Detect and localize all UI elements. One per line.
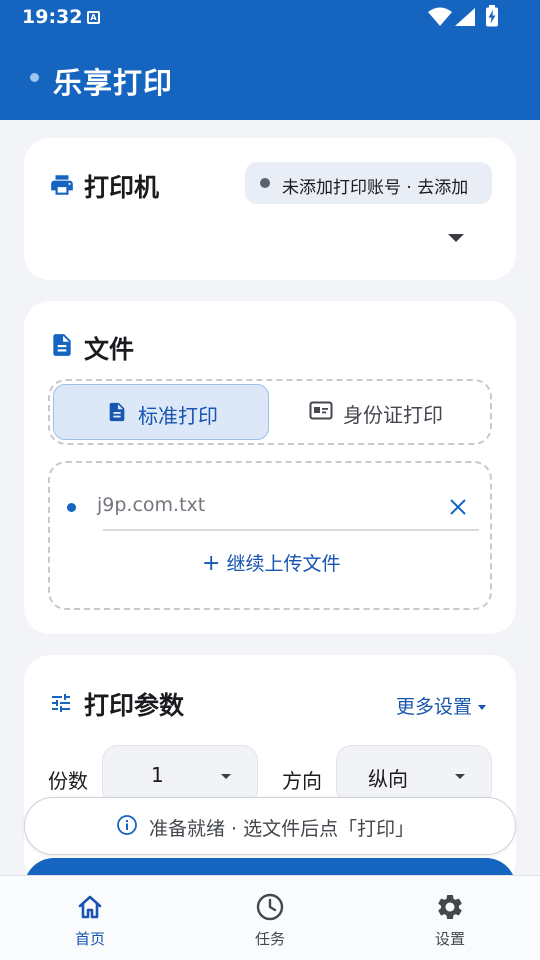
- id-card-icon: [309, 401, 333, 420]
- notification-a-icon: A: [87, 11, 100, 24]
- file-name: j9p.com.txt: [97, 494, 206, 516]
- app-bar: 19:32 A 乐享打印: [0, 0, 540, 120]
- chip-status-dot: [260, 178, 270, 188]
- add-account-chip[interactable]: 未添加打印账号 · 去添加: [245, 162, 492, 204]
- remove-file-close-icon[interactable]: [448, 497, 468, 517]
- orientation-select[interactable]: 纵向: [336, 745, 492, 805]
- tab-id-card-print[interactable]: 身份证打印: [271, 384, 487, 440]
- signal-icon: [455, 8, 475, 26]
- printer-icon: [51, 175, 73, 195]
- gear-icon: [438, 895, 462, 919]
- printer-card: 打印机 未添加打印账号 · 去添加: [24, 138, 516, 280]
- status-bar: 19:32 A: [0, 0, 540, 34]
- battery-charging-icon: [486, 5, 498, 27]
- document-icon: [53, 334, 71, 356]
- printer-card-title: 打印机: [84, 173, 160, 202]
- clock-icon: [256, 893, 284, 921]
- nav-settings-label: 设置: [434, 930, 465, 948]
- orientation-value: 纵向: [368, 767, 408, 791]
- bottom-navigation: 首页 任务 设置: [0, 875, 540, 960]
- chip-label: 未添加打印账号 · 去添加: [282, 178, 469, 198]
- page-title: 乐享打印: [53, 66, 174, 100]
- tab-standard-print-label: 标准打印: [138, 404, 218, 428]
- snackbar-message: 准备就绪 · 选文件后点「打印」: [149, 818, 415, 840]
- standard-print-document-icon: [109, 402, 125, 422]
- caret-down-icon: [478, 705, 487, 710]
- more-settings-label: 更多设置: [396, 696, 473, 718]
- add-more-files-label: 继续上传文件: [226, 553, 341, 575]
- tab-standard-print[interactable]: 标准打印: [53, 384, 269, 440]
- printer-dropdown-arrow-icon[interactable]: [448, 234, 464, 242]
- params-card-title: 打印参数: [84, 691, 185, 720]
- status-time: 19:32: [22, 6, 83, 28]
- info-icon: [117, 815, 137, 835]
- more-settings-button[interactable]: 更多设置: [396, 692, 487, 719]
- wifi-icon: [428, 7, 452, 26]
- nav-home[interactable]: 首页: [0, 876, 180, 960]
- file-bullet: [67, 503, 76, 512]
- copies-value: 1: [151, 763, 164, 787]
- tune-icon: [52, 694, 70, 712]
- tab-id-card-print-label: 身份证打印: [343, 403, 443, 427]
- print-mode-selector: 标准打印 身份证打印: [48, 379, 492, 445]
- orientation-label: 方向: [282, 769, 322, 793]
- nav-tasks-label: 任务: [254, 930, 285, 948]
- file-card-title: 文件: [84, 335, 135, 364]
- orientation-dropdown-arrow-icon: [455, 774, 465, 779]
- copies-dropdown-arrow-icon: [221, 774, 231, 779]
- nav-tasks[interactable]: 任务: [180, 876, 360, 960]
- file-divider: [103, 529, 479, 531]
- nav-settings[interactable]: 设置: [360, 876, 540, 960]
- copies-label: 份数: [48, 769, 88, 793]
- app-bar-dot: [30, 73, 39, 82]
- home-icon: [78, 895, 102, 919]
- file-upload-area[interactable]: j9p.com.txt + 继续上传文件: [48, 461, 492, 610]
- status-snackbar: 准备就绪 · 选文件后点「打印」: [24, 797, 516, 855]
- nav-home-label: 首页: [74, 930, 105, 948]
- file-card: 文件 标准打印 身份证打印 j9p.com.txt + 继续上传文件: [24, 301, 516, 634]
- copies-select[interactable]: 1: [102, 745, 258, 805]
- add-more-files-button[interactable]: + 继续上传文件: [202, 549, 340, 576]
- plus-icon: +: [202, 551, 221, 576]
